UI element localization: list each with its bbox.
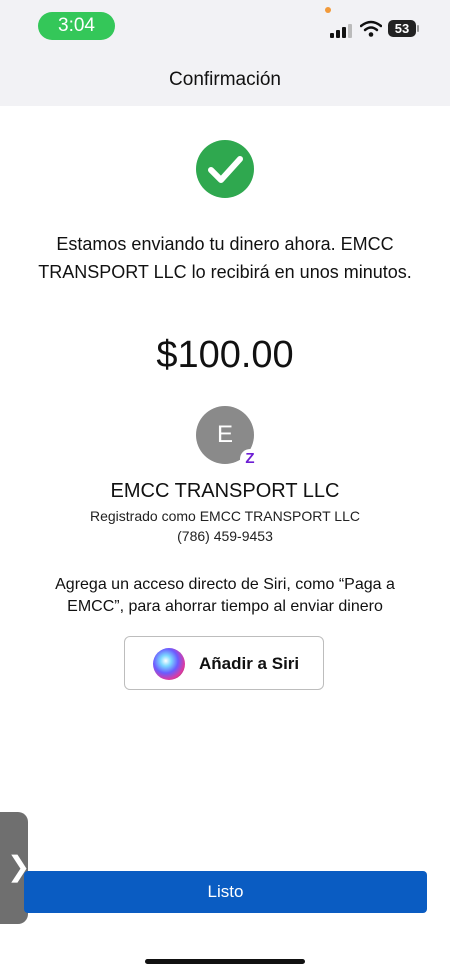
sent-amount: $100.00 xyxy=(156,334,294,376)
recipient-registered-name: Registrado como EMCC TRANSPORT LLC xyxy=(90,508,360,524)
status-bar: 3:04 53 xyxy=(0,0,450,52)
wifi-icon xyxy=(359,20,383,38)
status-time: 3:04 xyxy=(38,12,115,40)
privacy-dot-indicator xyxy=(325,7,331,13)
siri-shortcut-prompt: Agrega un acceso directo de Siri, como “… xyxy=(55,576,395,615)
recipient-phone: (786) 459-9453 xyxy=(177,528,273,544)
recipient-name: EMCC TRANSPORT LLC xyxy=(110,480,340,502)
page-header: Confirmación xyxy=(0,52,450,106)
done-button[interactable]: Listo xyxy=(24,871,427,913)
add-to-siri-button[interactable]: Añadir a Siri xyxy=(124,636,324,690)
checkmark-icon xyxy=(196,140,254,198)
zelle-icon: Z xyxy=(240,449,260,469)
add-to-siri-label: Añadir a Siri xyxy=(199,654,300,673)
siri-icon xyxy=(153,648,185,680)
home-indicator[interactable] xyxy=(145,959,305,964)
page-title: Confirmación xyxy=(169,69,281,90)
battery-icon: 53 xyxy=(388,20,419,37)
confirmation-message: Estamos enviando tu dinero ahora. EMCC T… xyxy=(38,234,412,282)
signal-icon xyxy=(330,22,352,38)
